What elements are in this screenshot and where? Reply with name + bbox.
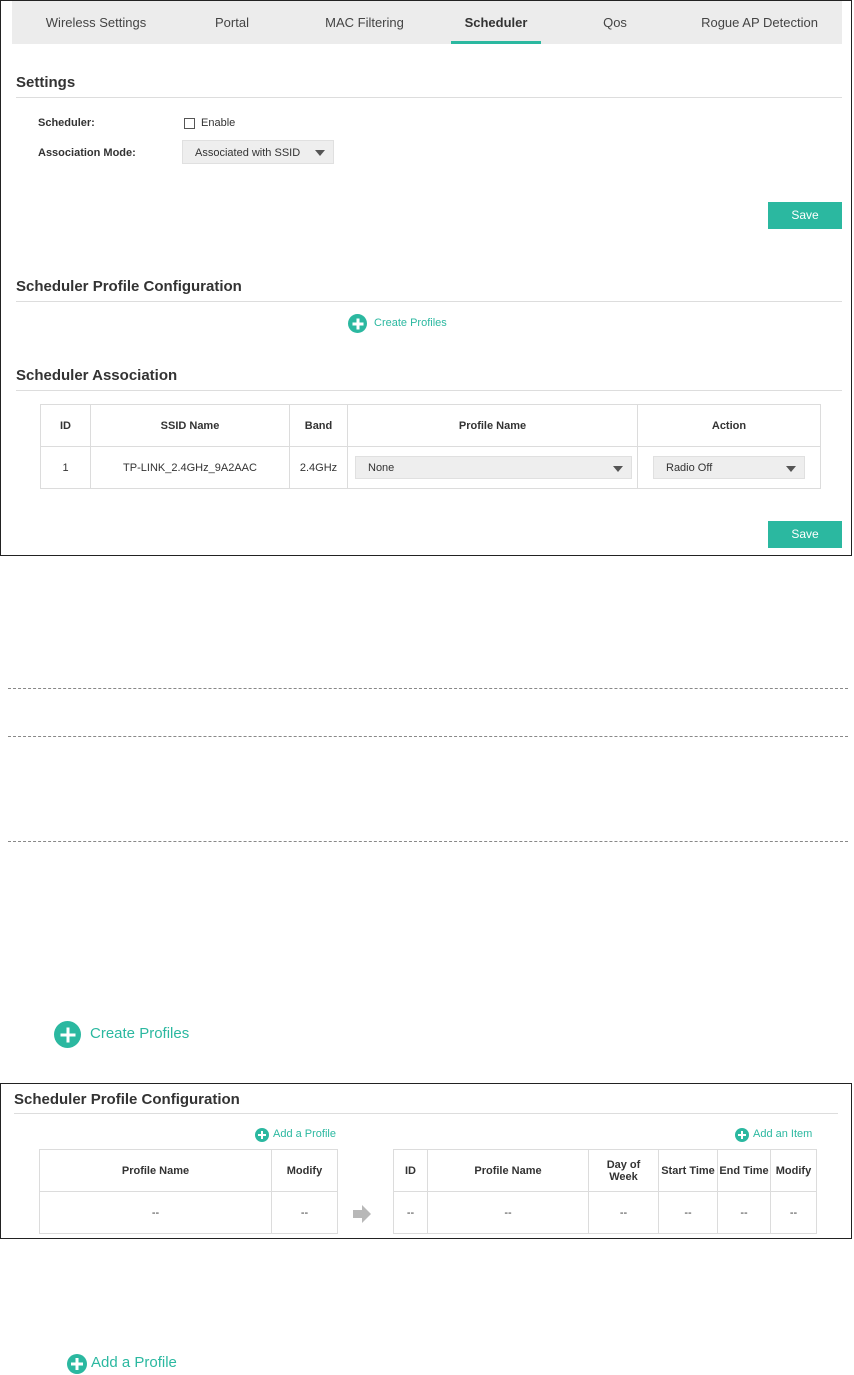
add-circle-icon [54,1021,81,1048]
dashed-divider [8,841,848,842]
add-circle-icon [348,314,367,333]
add-profile-link[interactable]: Add a Profile [255,1127,355,1143]
cell: -- [770,1191,817,1234]
tab-rogue-ap-detection[interactable]: Rogue AP Detection [677,1,842,44]
settings-title: Settings [16,74,76,91]
chevron-down-icon [315,150,325,156]
create-profiles-link[interactable]: Create Profiles [348,314,468,334]
cell: -- [658,1191,718,1234]
col-profile-name: Profile Name [39,1149,272,1192]
enable-label: Enable [201,117,236,129]
association-mode-value: Associated with SSID [195,147,301,159]
col-id: ID [393,1149,428,1192]
cell: -- [271,1191,338,1234]
col-band: Band [289,404,348,447]
scheduler-enable-checkbox[interactable] [184,118,195,129]
profile-table: Profile Name Modify -- -- [39,1149,338,1234]
table-header-row: ID Profile Name Day of Week Start Time E… [393,1149,817,1192]
scheduler-label: Scheduler: [38,117,95,129]
col-end-time: End Time [717,1149,771,1192]
chevron-down-icon [613,466,623,472]
create-profiles-callout[interactable]: Create Profiles [54,1021,214,1049]
profile-items-table: ID Profile Name Day of Week Start Time E… [393,1149,817,1234]
profile-name-value: None [368,462,395,474]
dashed-divider [8,688,848,689]
row-profile-cell: None [347,446,638,489]
col-action: Action [637,404,821,447]
profile-config-panel: Scheduler Profile Configuration Add a Pr… [0,1083,852,1239]
create-profiles-callout-label: Create Profiles [90,1025,190,1042]
cell: -- [717,1191,771,1234]
add-item-link[interactable]: Add an Item [735,1127,835,1143]
association-mode-label: Association Mode: [38,147,136,159]
divider [16,390,842,391]
settings-save-button[interactable]: Save [768,202,842,229]
divider [16,97,842,98]
divider [16,301,842,302]
table-header-row: ID SSID Name Band Profile Name Action [40,404,821,447]
col-id: ID [40,404,91,447]
association-save-button[interactable]: Save [768,521,842,548]
tab-scheduler[interactable]: Scheduler [451,1,541,44]
add-circle-icon [735,1128,749,1142]
row-band: 2.4GHz [289,446,348,489]
cell: -- [427,1191,589,1234]
cell: -- [39,1191,272,1234]
col-modify: Modify [271,1149,338,1192]
tab-mac-filtering[interactable]: MAC Filtering [302,1,427,44]
profile-config-title: Scheduler Profile Configuration [16,278,242,295]
table-header-row: Profile Name Modify [39,1149,338,1192]
tab-wireless-settings[interactable]: Wireless Settings [23,1,169,44]
tab-bar: Wireless Settings Portal MAC Filtering S… [12,1,842,44]
col-modify: Modify [770,1149,817,1192]
arrow-right-icon [353,1205,371,1223]
cell: -- [393,1191,428,1234]
dashed-divider [8,736,848,737]
tab-qos[interactable]: Qos [570,1,660,44]
add-item-label: Add an Item [753,1128,813,1140]
cell: -- [588,1191,659,1234]
col-profile-name: Profile Name [427,1149,589,1192]
col-ssid-name: SSID Name [90,404,290,447]
create-profiles-label: Create Profiles [374,317,447,329]
add-circle-icon [255,1128,269,1142]
divider [14,1113,838,1114]
table-row: 1 TP-LINK_2.4GHz_9A2AAC 2.4GHz None Radi… [40,446,821,489]
row-action-cell: Radio Off [637,446,821,489]
profile-name-select[interactable]: None [355,456,632,479]
panel2-title: Scheduler Profile Configuration [14,1091,240,1108]
col-day-of-week: Day of Week [588,1149,659,1192]
row-ssid: TP-LINK_2.4GHz_9A2AAC [90,446,290,489]
add-circle-icon [67,1354,87,1374]
tab-portal[interactable]: Portal [187,1,277,44]
add-profile-label: Add a Profile [273,1128,336,1140]
scheduler-panel: Wireless Settings Portal MAC Filtering S… [0,0,852,556]
action-select[interactable]: Radio Off [653,456,805,479]
association-title: Scheduler Association [16,367,178,384]
col-profile-name: Profile Name [347,404,638,447]
add-profile-callout[interactable]: Add a Profile [67,1353,197,1375]
association-table: ID SSID Name Band Profile Name Action 1 … [40,404,821,489]
table-row: -- -- [39,1191,338,1234]
table-row: -- -- -- -- -- -- [393,1191,817,1234]
add-profile-callout-label: Add a Profile [91,1354,177,1371]
col-start-time: Start Time [658,1149,718,1192]
association-mode-select[interactable]: Associated with SSID [182,140,334,164]
action-value: Radio Off [666,462,713,474]
row-id: 1 [40,446,91,489]
chevron-down-icon [786,466,796,472]
